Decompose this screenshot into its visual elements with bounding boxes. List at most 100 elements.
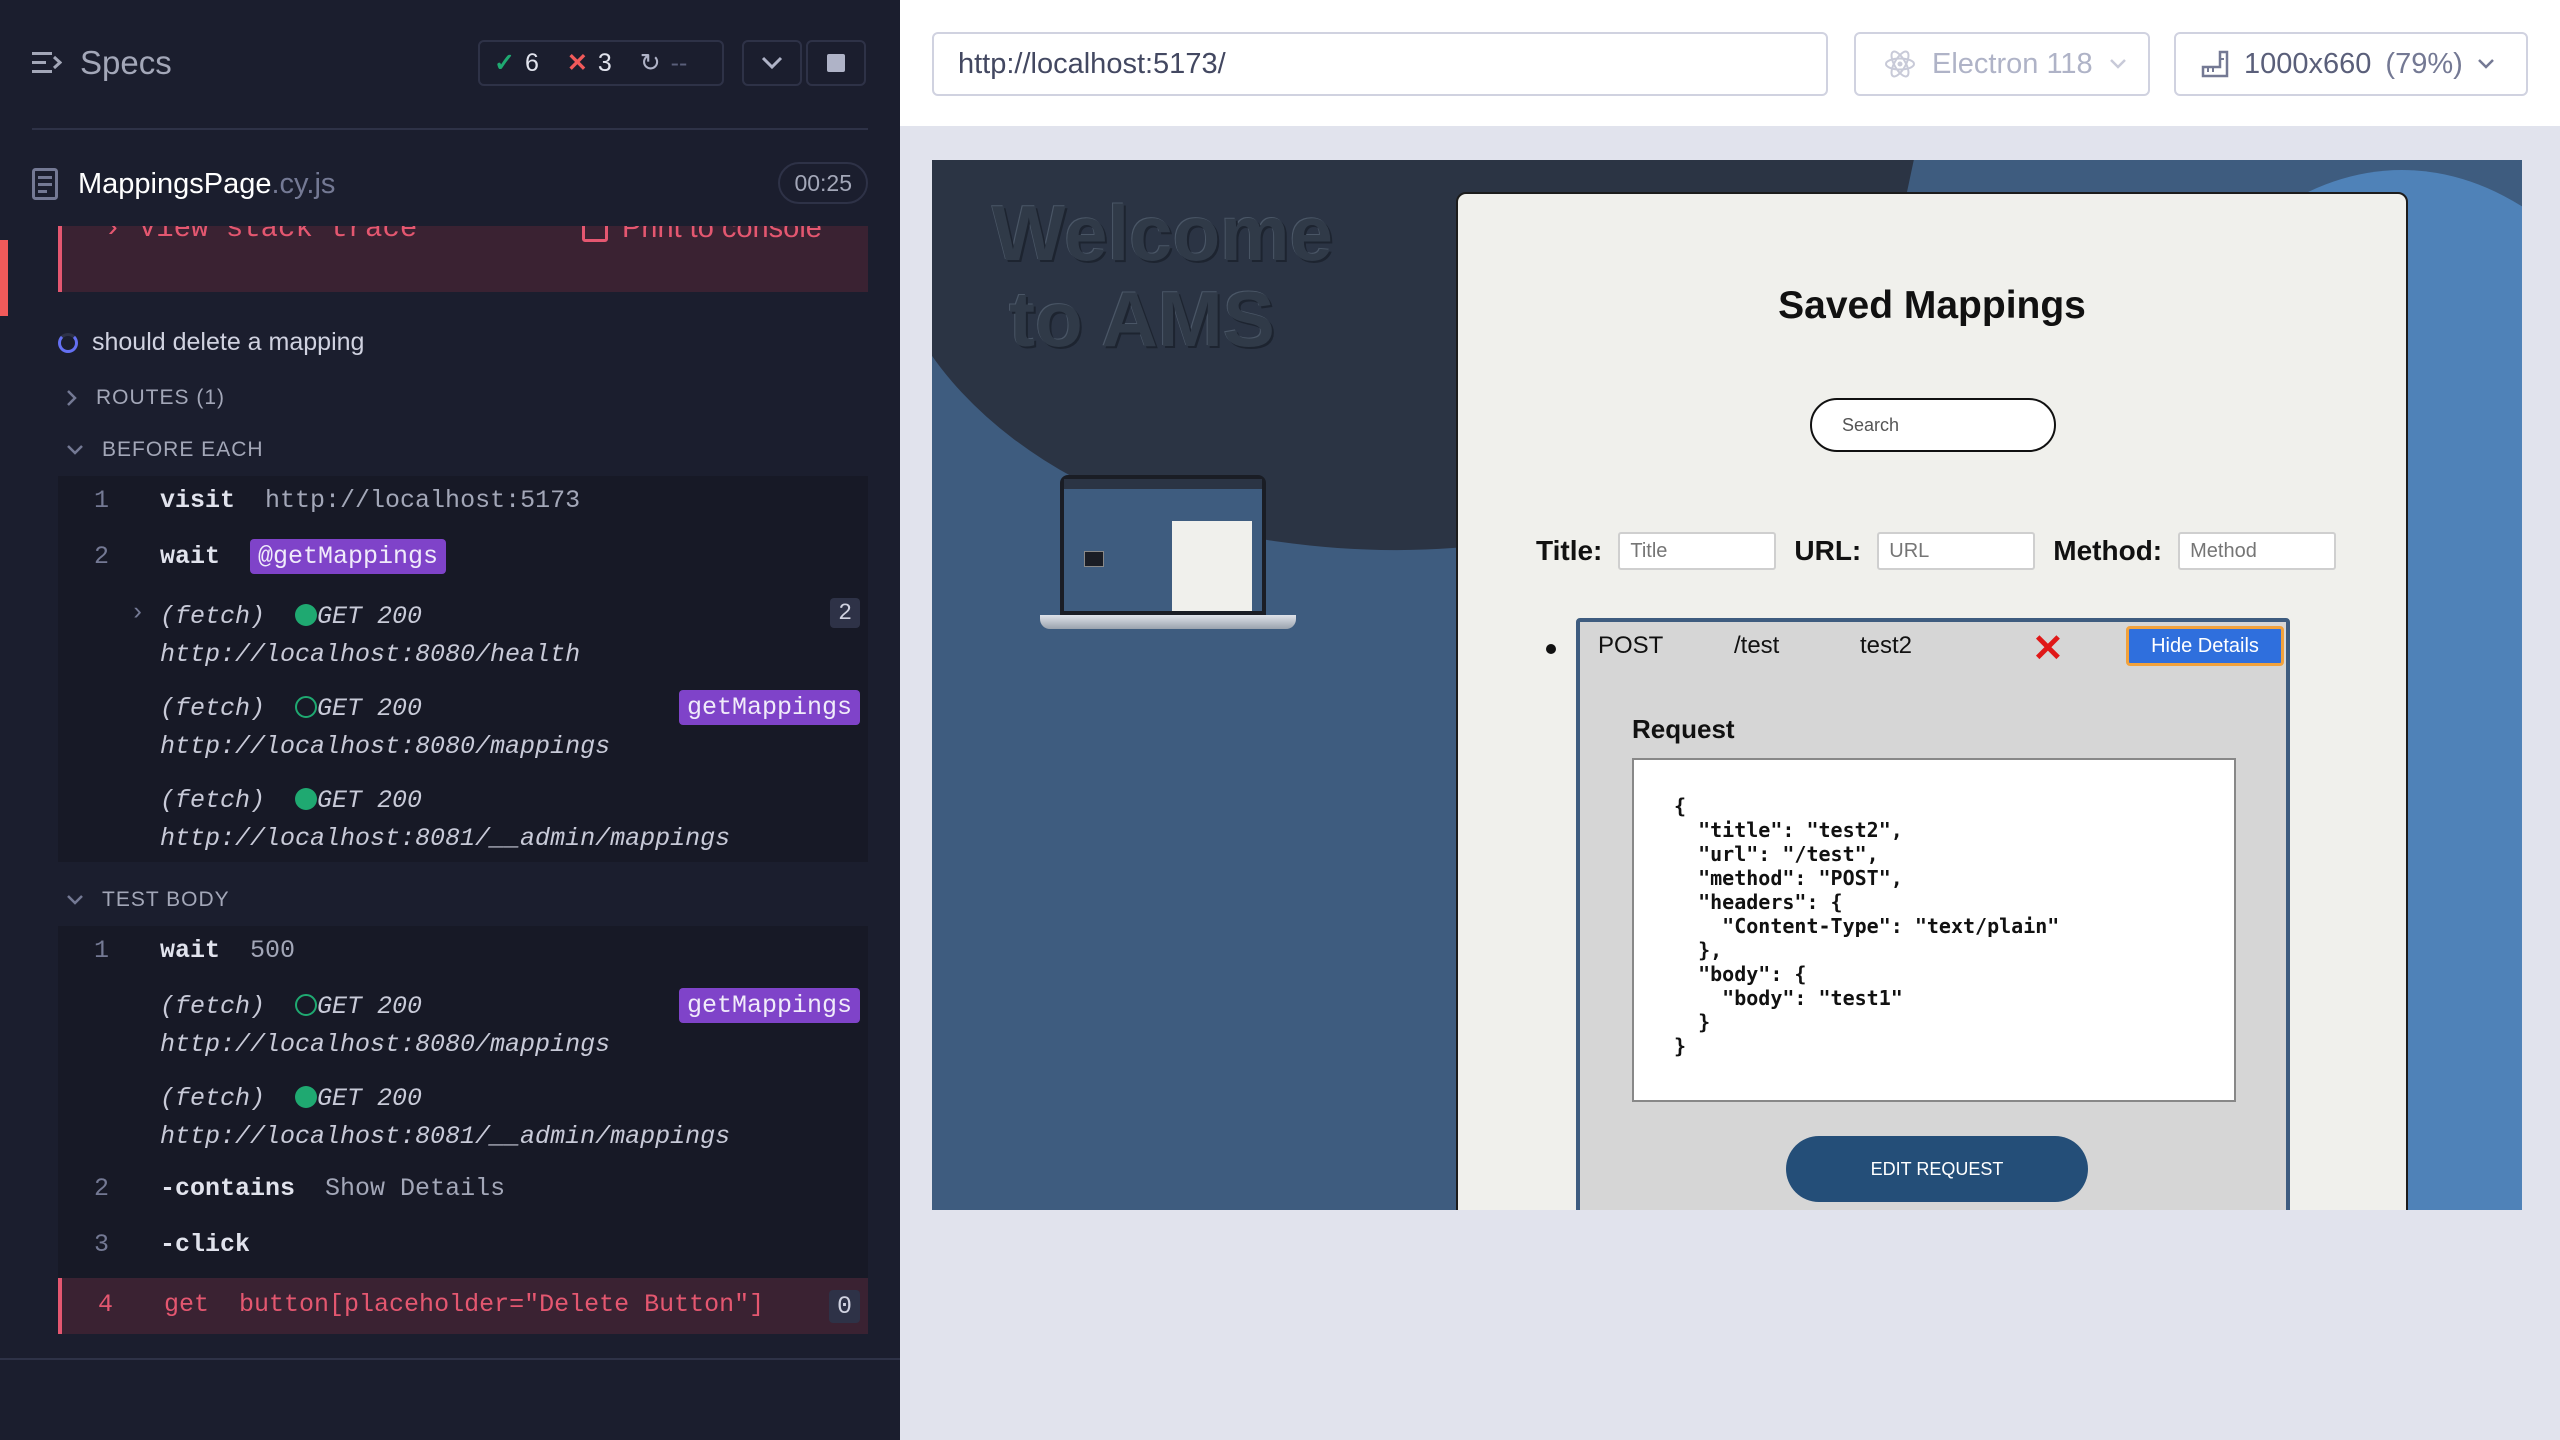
command-row[interactable]: 3 -click [58,1230,868,1270]
command-name: get button[placeholder="Delete Button"] [164,1290,765,1319]
alias-badge: getMappings [678,690,860,725]
command-name: -contains Show Details [160,1174,506,1203]
hide-details-button[interactable]: Hide Details [2126,626,2284,666]
pending-count: -- [670,48,688,77]
saved-mappings-card: Saved Mappings Search Title: URL: Method… [1456,192,2408,1210]
run-duration: 00:25 [778,162,868,204]
laptop-illustration [1040,475,1296,637]
command-row[interactable]: 1 wait 500 [58,936,868,976]
test-body-section-toggle[interactable]: TEST BODY [66,888,230,912]
welcome-heading: Welcome to AMS [992,189,1334,363]
command-message: Show Details [325,1174,506,1203]
electron-icon [1885,50,1915,78]
title-input[interactable] [1618,532,1777,570]
x-icon: ✕ [566,49,588,77]
reporter-panel: Specs ✓ 6 ✕ 3 ↻ -- MappingsPage .cy.js 00… [0,0,900,1440]
browser-name: Electron 118 [1932,47,2093,80]
request-heading: Request [1632,714,1735,744]
test-stats: ✓ 6 ✕ 3 ↻ -- [478,40,724,86]
stop-button[interactable] [806,40,866,86]
browser-selector[interactable]: Electron 118 [1854,32,2150,96]
new-mapping-form: Title: URL: Method: [1536,532,2337,570]
fetch-log-row[interactable]: › (fetch) GET 200 http://localhost:8080/… [58,598,868,674]
fetch-log-row[interactable]: (fetch) GET 200 http://localhost:8080/ma… [58,988,868,1064]
list-bullet [1546,644,1556,654]
url-label: URL: [1794,535,1862,566]
spec-file-row[interactable]: MappingsPage .cy.js 00:25 [32,162,868,206]
before-each-section-toggle[interactable]: BEFORE EACH [66,438,264,462]
status-dot-icon [295,788,318,810]
specs-list-icon [32,52,62,73]
fetch-log-row[interactable]: (fetch) GET 200 http://localhost:8081/__… [58,1080,868,1156]
viewport-selector[interactable]: 1000x660 (79%) [2174,32,2528,96]
print-to-console-button[interactable]: Print to console [582,226,822,245]
command-message: button[placeholder="Delete Button"] [239,1290,765,1319]
viewport-scale: (79%) [2385,47,2463,80]
mapping-title: test2 [1860,632,1913,659]
spec-file-ext: .cy.js [271,167,336,200]
mapping-path: /test [1734,632,1780,659]
delete-icon[interactable]: ✕ [2032,626,2064,671]
search-input[interactable]: Search [1810,398,2056,452]
fetch-log-row[interactable]: (fetch) GET 200 http://localhost:8080/ma… [58,690,868,766]
status-dot-icon [295,696,318,718]
chevron-down-icon [2109,59,2126,69]
test-name: should delete a mapping [92,328,365,356]
routes-section-toggle[interactable]: ROUTES (1) [66,386,225,410]
status-dot-icon [295,994,318,1016]
reporter-header: Specs ✓ 6 ✕ 3 ↻ -- [0,0,900,130]
url-input[interactable] [1877,532,2036,570]
spec-file-name: MappingsPage [78,167,272,200]
failed-count: 3 [597,48,612,77]
command-number: 4 [98,1290,114,1319]
document-icon [32,168,58,200]
reporter-footer-divider [0,1358,900,1360]
specs-label: Specs [80,44,172,81]
command-message: 500 [250,936,296,965]
app-under-test: Welcome to AMS Saved Mappings Search Tit… [932,160,2522,1210]
view-stack-trace-link[interactable]: › View stack trace [104,226,417,245]
fetch-log-row[interactable]: (fetch) GET 200 http://localhost:8081/__… [58,782,868,858]
command-name: wait 500 [160,936,296,965]
command-row[interactable]: 1 visit http://localhost:5173 [58,486,868,526]
ruler-icon [2201,50,2229,78]
chevron-down-icon [2477,59,2494,69]
passed-count: 6 [524,48,539,77]
method-input[interactable] [2178,532,2337,570]
command-name: wait @getMappings [160,539,447,574]
specs-button[interactable]: Specs [32,44,172,82]
command-row[interactable]: 2 wait @getMappings [58,539,868,582]
count-badge: 2 [830,598,860,628]
viewport-size: 1000x660 [2244,47,2372,80]
aut-header: http://localhost:5173/ Electron 118 1000… [900,0,2560,128]
method-label: Method: [2053,535,2163,566]
chevron-right-icon: › [104,226,122,245]
edit-request-button[interactable]: EDIT REQUEST [1786,1136,2088,1202]
failed-command-row[interactable]: 4 get button[placeholder="Delete Button"… [58,1278,868,1334]
alias-badge: @getMappings [250,539,447,574]
failure-indicator [0,240,8,316]
command-message: http://localhost:5173 [265,486,581,515]
expand-collapse-button[interactable] [742,40,802,86]
count-badge: 0 [828,1290,860,1323]
running-spinner-icon [58,332,78,353]
command-row[interactable]: 2 -contains Show Details [58,1174,868,1214]
header-divider [32,128,868,130]
url-bar[interactable]: http://localhost:5173/ [932,32,1828,96]
alias-badge: getMappings [678,988,860,1023]
chevron-down-icon [67,445,83,455]
chevron-down-icon [761,56,783,70]
chevron-right-icon [67,390,77,406]
check-icon: ✓ [494,49,515,77]
status-dot-icon [295,1086,318,1108]
chevron-down-icon [67,895,83,905]
error-actions: › View stack trace Print to console [58,226,868,292]
mapping-item: POST /test test2 ✕ Hide Details Request … [1576,618,2290,1210]
test-title[interactable]: should delete a mapping [58,328,364,357]
pending-icon: ↻ [639,49,661,77]
command-name: visit http://localhost:5173 [160,486,581,515]
request-json: { "title": "test2", "url": "/test", "met… [1632,758,2236,1102]
test-body-commands: 1 wait 500 (fetch) GET 200 http://localh… [58,926,868,1278]
command-name: -click [160,1230,251,1259]
mapping-method: POST [1598,632,1664,659]
